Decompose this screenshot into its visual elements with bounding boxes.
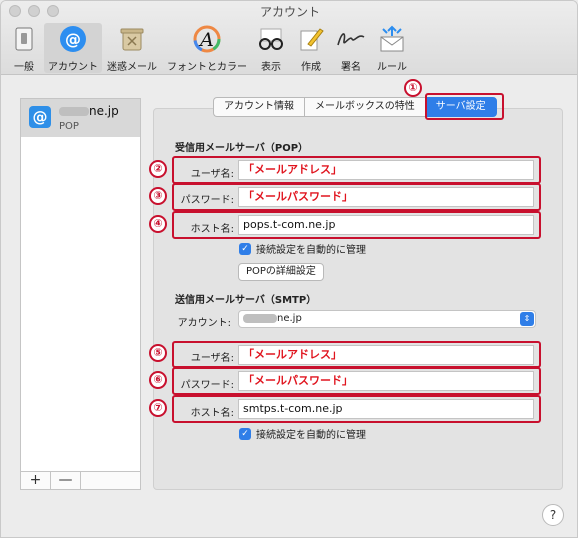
toolbar-viewing[interactable]: 表示 — [254, 23, 288, 73]
mail-preferences-window: アカウント 一般 @ アカウント 迷惑メール A フォントとカラー 表示 作成 … — [0, 0, 578, 538]
incoming-host-field[interactable]: pops.t-com.ne.jp — [238, 215, 534, 235]
toolbar-composing[interactable]: 作成 — [294, 23, 328, 73]
outgoing-host-label: ホスト名: — [190, 408, 234, 419]
envelope-arrows-icon — [377, 25, 407, 53]
outgoing-username-field[interactable]: 「メールアドレス」 — [238, 345, 534, 365]
tab-server-settings[interactable]: サーバ設定 — [424, 97, 497, 117]
outgoing-password-field[interactable]: 「メールパスワード」 — [238, 371, 534, 391]
tab-account-info[interactable]: アカウント情報 — [213, 97, 304, 117]
annotation-badge: ① — [404, 79, 422, 97]
switch-icon — [9, 25, 39, 53]
chevron-updown-icon: ⇕ — [520, 312, 534, 326]
redacted-text — [59, 107, 89, 116]
incoming-username-field[interactable]: 「メールアドレス」 — [238, 160, 534, 180]
incoming-auto-manage-checkbox[interactable]: ✓ 接続設定を自動的に管理 — [239, 241, 366, 256]
sidebar-controls: + — — [21, 471, 140, 489]
at-icon: @ — [58, 25, 88, 53]
account-list-item[interactable]: @ ne.jp POP — [21, 99, 140, 137]
accounts-list: @ ne.jp POP + — — [20, 98, 141, 490]
help-button[interactable]: ? — [542, 504, 564, 526]
signature-icon — [336, 25, 366, 53]
incoming-host-label: ホスト名: — [190, 224, 234, 235]
account-type: POP — [59, 121, 79, 132]
redacted-text — [243, 313, 277, 323]
annotation-badge: ③ — [149, 187, 167, 205]
incoming-password-field[interactable]: 「メールパスワード」 — [238, 187, 534, 207]
checkmark-icon: ✓ — [239, 427, 251, 440]
remove-account-button[interactable]: — — [51, 472, 81, 489]
trash-bin-icon — [117, 25, 147, 53]
tab-mailbox-behaviors[interactable]: メールボックスの特性 — [304, 97, 425, 117]
annotation-badge: ② — [149, 160, 167, 178]
pencil-icon — [296, 25, 326, 53]
svg-text:A: A — [198, 29, 214, 51]
settings-tabs: アカウント情報 メールボックスの特性 サーバ設定 — [213, 97, 497, 117]
window-title: アカウント — [259, 5, 320, 19]
checkmark-icon: ✓ — [239, 242, 251, 255]
outgoing-password-label: パスワード: — [180, 380, 234, 391]
annotation-badge: ⑥ — [149, 371, 167, 389]
outgoing-host-field[interactable]: smtps.t-com.ne.jp — [238, 399, 534, 419]
pop-advanced-settings-button[interactable]: POPの詳細設定 — [238, 263, 324, 281]
annotation-badge: ④ — [149, 215, 167, 233]
font-color-icon: A — [192, 25, 222, 53]
toolbar-junk-mail[interactable]: 迷惑メール — [105, 23, 159, 73]
toolbar-general[interactable]: 一般 — [6, 23, 42, 73]
incoming-user-label: ユーザ名: — [190, 169, 234, 180]
at-icon: @ — [29, 106, 51, 128]
annotation-badge: ⑤ — [149, 344, 167, 362]
add-account-button[interactable]: + — [21, 472, 51, 489]
incoming-password-label: パスワード: — [180, 195, 234, 206]
account-name: ne.jp — [59, 104, 119, 118]
incoming-server-title: 受信用メールサーバ（POP） — [175, 143, 309, 154]
toolbar-accounts[interactable]: @ アカウント — [44, 23, 102, 73]
outgoing-account-label: アカウント: — [177, 318, 231, 329]
annotation-badge: ⑦ — [149, 399, 167, 417]
glasses-icon — [256, 25, 286, 53]
smtp-account-select[interactable]: ne.jp ⇕ — [238, 310, 536, 328]
toolbar: アカウント 一般 @ アカウント 迷惑メール A フォントとカラー 表示 作成 … — [1, 1, 577, 75]
outgoing-auto-manage-checkbox[interactable]: ✓ 接続設定を自動的に管理 — [239, 426, 366, 441]
outgoing-user-label: ユーザ名: — [190, 353, 234, 364]
toolbar-rules[interactable]: ルール — [373, 23, 411, 73]
toolbar-signatures[interactable]: 署名 — [334, 23, 368, 73]
svg-text:@: @ — [65, 30, 81, 49]
outgoing-server-title: 送信用メールサーバ（SMTP） — [175, 295, 317, 306]
toolbar-fonts-colors[interactable]: A フォントとカラー — [163, 23, 251, 73]
